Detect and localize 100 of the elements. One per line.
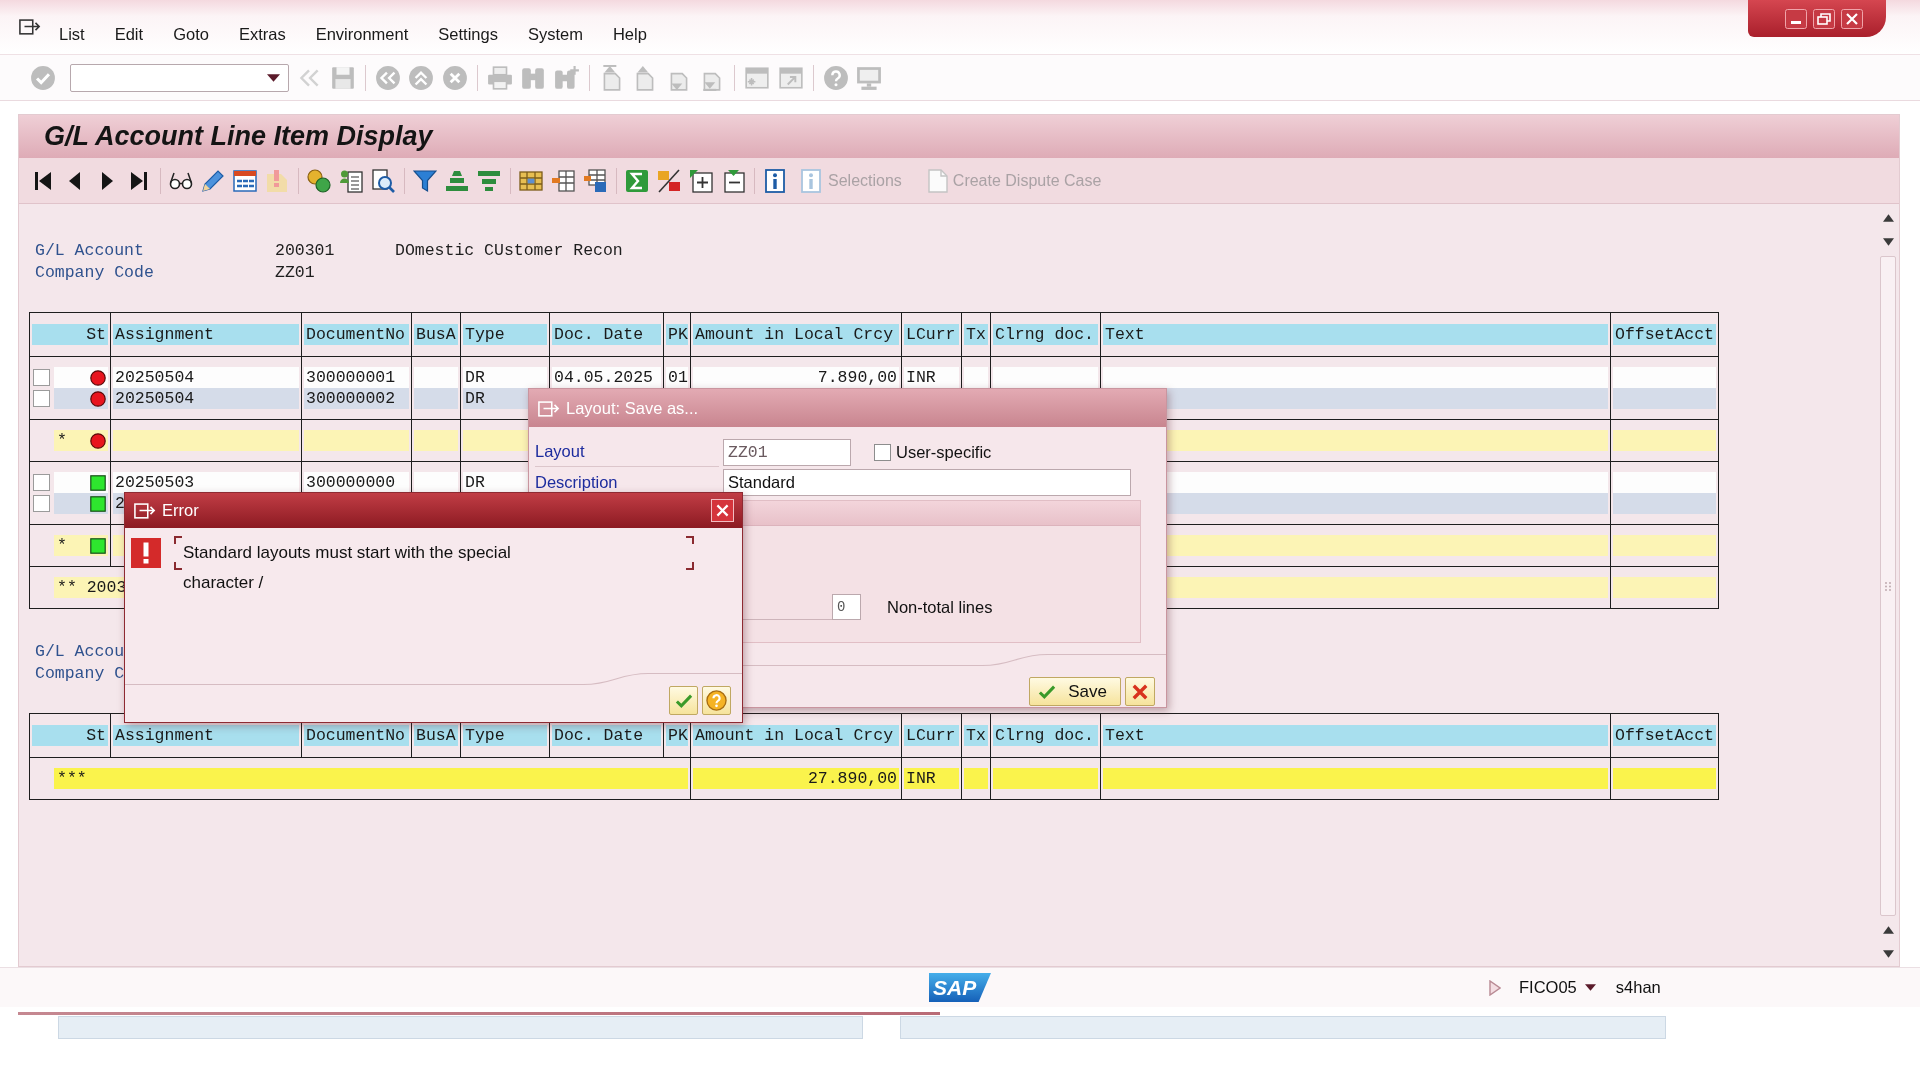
help-button[interactable]: [702, 686, 731, 715]
menu-item[interactable]: Edit: [114, 24, 144, 44]
circle-x-icon[interactable]: [441, 64, 468, 91]
row-marker: *: [57, 430, 67, 451]
monitor-icon[interactable]: [856, 64, 882, 91]
field-label: Company C: [35, 663, 126, 685]
column-header: BusA: [414, 725, 458, 746]
info-icon[interactable]: [763, 168, 787, 193]
expand-box-icon[interactable]: [689, 168, 713, 193]
table-cell: DR: [463, 367, 547, 388]
column-header: Clrng doc.: [993, 725, 1098, 746]
table-grid-icon[interactable]: [519, 168, 543, 193]
circle-chevrons-up-icon[interactable]: [408, 64, 434, 91]
table-cell: 300000001: [304, 367, 409, 388]
column-header: PK: [666, 324, 688, 345]
table-arrow-icon[interactable]: [551, 168, 575, 193]
table-cell: [964, 367, 988, 388]
column-header: Text: [1103, 324, 1608, 345]
sigma-icon[interactable]: [625, 168, 649, 193]
system-dropdown[interactable]: FICO05: [1519, 978, 1596, 997]
column-header: Assignment: [113, 324, 299, 345]
binoculars-plus-icon[interactable]: [553, 64, 580, 91]
dialog-title: Error: [162, 501, 199, 520]
field-label: Non-total lines: [887, 597, 993, 617]
grip-icon[interactable]: [1885, 581, 1891, 591]
close-icon: [716, 504, 729, 517]
menu-item[interactable]: Extras: [238, 24, 286, 44]
scroll-down-icon[interactable]: [1882, 950, 1894, 958]
menu-item[interactable]: Goto: [173, 24, 209, 44]
scroll-down-icon[interactable]: [1882, 238, 1894, 246]
scrollbar-track[interactable]: [1880, 256, 1896, 916]
caret-icon[interactable]: [266, 73, 280, 82]
command-field[interactable]: [69, 63, 289, 92]
crossed-boxes-icon[interactable]: [657, 168, 681, 193]
column-header: St: [32, 725, 108, 746]
sap-logo: SAP: [929, 973, 991, 1002]
field-label: Layout: [535, 437, 719, 467]
row-marker: *: [57, 535, 67, 556]
column-header: OffsetAcct: [1613, 725, 1716, 746]
column-header: Tx: [964, 725, 988, 746]
column-header: LCurr: [904, 324, 959, 345]
menu-item[interactable]: Settings: [438, 24, 498, 44]
table-cell: [414, 430, 458, 451]
cancel-button[interactable]: [1125, 677, 1155, 706]
row-checkbox[interactable]: [33, 390, 50, 407]
minimize-icon[interactable]: [1785, 8, 1807, 29]
save-button[interactable]: Save: [1029, 677, 1121, 706]
table-arrows-icon[interactable]: [233, 168, 257, 193]
field-label: G/L Accou: [35, 641, 126, 663]
input-field[interactable]: ZZ01: [723, 438, 851, 466]
help-icon[interactable]: [822, 64, 849, 91]
checkbox[interactable]: [874, 443, 891, 461]
document-person-icon[interactable]: [339, 168, 363, 193]
descending-bars-icon[interactable]: [477, 168, 501, 193]
row-checkbox[interactable]: [33, 495, 50, 512]
collapse-box-icon[interactable]: [721, 168, 745, 193]
printer-icon[interactable]: [486, 64, 513, 91]
server-name: s4han: [1615, 978, 1661, 997]
column-header: Clrng doc.: [993, 324, 1098, 345]
stacked-bars-icon[interactable]: [445, 168, 469, 193]
circle-chevrons-left-icon[interactable]: [374, 64, 401, 91]
table-cell: 01: [666, 367, 688, 388]
scroll-up-icon[interactable]: [1882, 926, 1894, 934]
table-cell: [414, 472, 458, 493]
table-cell: INR: [904, 768, 959, 789]
field-value: ZZ01: [275, 262, 316, 284]
row-checkbox[interactable]: [33, 369, 50, 386]
table-cell: 27.890,00: [693, 768, 899, 789]
input-field[interactable]: 0: [832, 594, 861, 620]
close-button[interactable]: [711, 499, 734, 522]
menu-item[interactable]: Help: [612, 24, 647, 44]
document-magnifier-icon[interactable]: [371, 168, 395, 193]
table-cell: 20250503: [113, 472, 299, 493]
caret-icon: [1584, 984, 1596, 991]
restore-icon[interactable]: [1813, 8, 1835, 29]
table-cell: [964, 768, 988, 789]
field-label: G/L Account: [35, 240, 145, 262]
input-field[interactable]: Standard: [723, 469, 1131, 496]
checkbox-label[interactable]: User-specific: [896, 442, 992, 462]
coins-icon[interactable]: [307, 168, 331, 193]
funnel-icon[interactable]: [413, 168, 437, 193]
close-icon[interactable]: [1841, 8, 1863, 29]
column-header: St: [32, 324, 108, 345]
column-header: Type: [463, 324, 547, 345]
check-circle-icon[interactable]: [30, 64, 56, 91]
close-icon: [1131, 683, 1149, 700]
table-disk-icon[interactable]: [583, 168, 607, 193]
check-icon: [1038, 683, 1057, 700]
menu-item[interactable]: System: [527, 24, 583, 44]
scroll-up-icon[interactable]: [1882, 214, 1894, 222]
table-cell: 300000002: [304, 388, 409, 409]
field-description: DOmestic CUstomer Recon: [395, 240, 624, 262]
menu-item[interactable]: List: [59, 24, 85, 44]
confirm-button[interactable]: [669, 686, 698, 715]
menu-item[interactable]: Environment: [315, 24, 409, 44]
table-cell: 20250504: [113, 388, 299, 409]
total-label: ***: [57, 768, 87, 789]
row-checkbox[interactable]: [33, 474, 50, 491]
pencil-icon[interactable]: [201, 168, 225, 193]
window-arrow-icon[interactable]: [19, 17, 41, 36]
